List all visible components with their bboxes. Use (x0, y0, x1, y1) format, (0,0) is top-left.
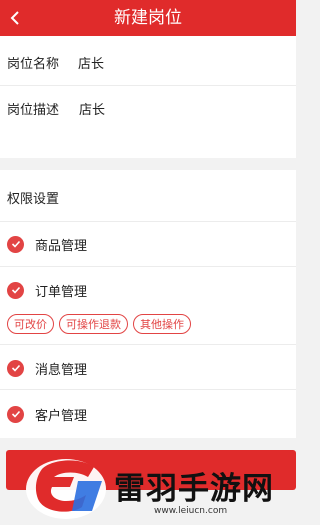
tag-refund[interactable]: 可操作退款 (59, 314, 128, 334)
permission-item-messages[interactable]: 消息管理 (7, 358, 87, 378)
tag-modify-price[interactable]: 可改价 (7, 314, 54, 334)
permission-label: 商品管理 (35, 238, 88, 254)
position-desc-value[interactable]: 店长 (79, 99, 105, 118)
order-permission-tags: 可改价 可操作退款 其他操作 (7, 314, 191, 334)
page-title: 新建岗位 (114, 8, 182, 28)
page: 新建岗位 岗位名称 店长 岗位描述 店长 权限设置 商品管理 订单管理 可改价 … (0, 0, 296, 525)
tag-other-ops[interactable]: 其他操作 (133, 314, 191, 334)
divider (0, 389, 296, 390)
permission-item-products[interactable]: 商品管理 (7, 234, 87, 254)
divider (0, 344, 296, 345)
permission-label: 消息管理 (35, 362, 88, 378)
divider (0, 221, 296, 222)
permission-label: 客户管理 (35, 408, 88, 424)
divider (0, 266, 296, 267)
permission-label: 订单管理 (35, 284, 88, 300)
check-icon[interactable] (7, 235, 24, 253)
watermark-logo-icon (26, 459, 106, 519)
watermark-title: 雷羽手游网 (114, 471, 274, 507)
position-name-row[interactable]: 岗位名称 店长 (0, 53, 296, 72)
permission-item-orders[interactable]: 订单管理 (7, 280, 87, 300)
permissions-title: 权限设置 (7, 192, 60, 207)
check-icon[interactable] (7, 281, 24, 299)
watermark-url: www.leiucn.com (154, 506, 228, 516)
permission-item-customers[interactable]: 客户管理 (7, 404, 87, 424)
check-icon[interactable] (7, 405, 24, 423)
basic-info-card: 岗位名称 店长 岗位描述 店长 (0, 36, 296, 158)
divider (0, 85, 296, 86)
permissions-card: 权限设置 商品管理 订单管理 可改价 可操作退款 其他操作 消息管理 客户管理 (0, 170, 296, 438)
position-name-label: 岗位名称 (7, 56, 60, 72)
header-bar: 新建岗位 (0, 0, 296, 36)
position-name-value[interactable]: 店长 (78, 53, 104, 72)
position-desc-label: 岗位描述 (7, 102, 60, 118)
position-desc-row[interactable]: 岗位描述 店长 (0, 99, 296, 118)
watermark: 雷羽手游网 www.leiucn.com (22, 455, 296, 525)
check-icon[interactable] (7, 359, 24, 377)
